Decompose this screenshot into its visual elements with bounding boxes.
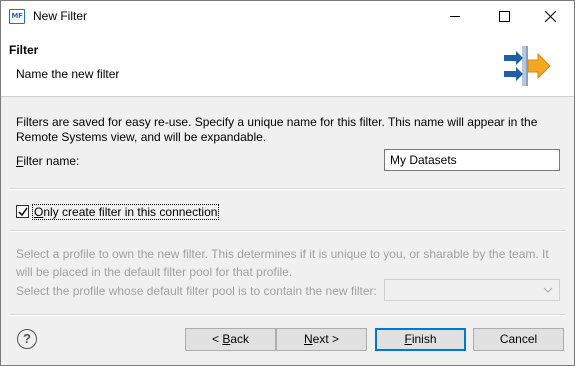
- back-button[interactable]: < Back: [185, 328, 276, 351]
- page-title: Filter: [9, 43, 39, 57]
- separator: [9, 314, 566, 316]
- checkbox-label[interactable]: Only create filter in this connection: [32, 204, 220, 220]
- profile-label: Select the profile whose default filter …: [16, 284, 377, 298]
- new-filter-dialog: MF New Filter Filter Name the new filter…: [0, 0, 575, 366]
- profile-description: Select a profile to own the new filter. …: [16, 247, 549, 279]
- cancel-button[interactable]: Cancel: [473, 328, 564, 351]
- window-title: New Filter: [33, 9, 88, 23]
- filter-name-input[interactable]: [384, 149, 560, 171]
- finish-button[interactable]: Finish: [375, 328, 466, 351]
- close-button[interactable]: [528, 1, 574, 32]
- close-icon: [545, 11, 556, 22]
- minimize-icon: [450, 16, 460, 17]
- checkmark-icon: [18, 207, 28, 217]
- minimize-button[interactable]: [433, 1, 479, 32]
- next-button[interactable]: Next >: [276, 328, 367, 351]
- help-button[interactable]: ?: [17, 329, 37, 349]
- wizard-arrows-icon: [504, 46, 551, 86]
- filter-description: Filters are saved for easy re-use. Speci…: [16, 115, 538, 144]
- page-message: Name the new filter: [16, 67, 120, 81]
- filter-name-label: Filter name:: [16, 154, 80, 168]
- wizard-banner: Filter Name the new filter: [1, 32, 574, 97]
- app-icon: MF: [9, 9, 25, 24]
- checkbox-box[interactable]: [16, 205, 29, 218]
- maximize-button[interactable]: [482, 1, 528, 32]
- profile-select[interactable]: [384, 279, 560, 301]
- maximize-icon: [499, 11, 510, 22]
- separator: [9, 230, 566, 232]
- chevron-down-icon: [543, 287, 553, 293]
- title-bar[interactable]: MF New Filter: [1, 1, 574, 32]
- separator: [9, 188, 566, 190]
